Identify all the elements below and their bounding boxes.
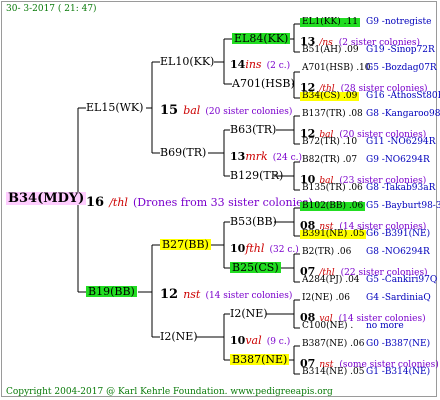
- l2b-number: 12: [160, 287, 179, 302]
- l3b-name: mrk: [245, 150, 268, 163]
- right-bottom-queen: C100(NE) .: [302, 321, 354, 331]
- l3c-number: 10: [230, 242, 246, 255]
- right-top-queen: A701(HSB) .10: [302, 63, 371, 73]
- mother-label: EL15(WK): [86, 101, 144, 114]
- right-top-queen: B137(TR) .08: [302, 109, 363, 119]
- right-bottom-code: G19 -Sinop72R: [366, 45, 435, 55]
- right-top-queen: B387(NE) .06: [302, 339, 365, 349]
- right-top-queen: B102(BB) .06: [300, 201, 366, 211]
- right-top-code: G8 -Kangaroo98R: [366, 109, 440, 119]
- right-bottom-queen: B72(TR) .10: [302, 137, 358, 147]
- right-top-code: G5 -Bayburt98-3: [366, 201, 440, 211]
- right-bottom-queen: A284(PJ) .04: [302, 275, 360, 285]
- l2a-name: bal: [183, 104, 201, 117]
- right-top-code: G9 -NO6294R: [366, 155, 430, 165]
- father-label: B19(BB): [86, 285, 137, 298]
- l2b-name: nst: [183, 288, 201, 301]
- l3d-sister: (9 c.): [266, 337, 291, 347]
- copyright-text: Copyright 2004-2017 @ Karl Kehrle Founda…: [6, 387, 228, 397]
- right-bottom-code: G11 -NO6294R: [366, 137, 436, 147]
- right-top-queen: EL1(KK) .11: [300, 17, 360, 27]
- right-top-code: G5 -Bozdag07R: [366, 63, 437, 73]
- l2b-mating: 12 nst (14 sister colonies): [160, 285, 292, 301]
- l3a-name: ins: [245, 58, 262, 71]
- copyright-footer: Copyright 2004-2017 @ Karl Kehrle Founda…: [6, 388, 333, 397]
- right-bottom-code: G16 -AthosSt80R: [366, 91, 440, 101]
- l2a-mating: 15 bal (20 sister colonies): [160, 101, 292, 117]
- right-bottom-queen: B135(TR) .06: [302, 183, 363, 193]
- l3d-bottom-label: B387(NE): [230, 353, 290, 366]
- generated-timestamp: 30- 3-2017 ( 21: 47): [6, 4, 97, 14]
- right-bottom-code: G5 -Cankiri97Q: [366, 275, 438, 285]
- l3d-name: val: [245, 334, 262, 347]
- root-queen-label: B34(MDY): [6, 191, 87, 206]
- l3c-name: fthl: [245, 242, 265, 255]
- right-top-code: G9 -notregiste: [366, 17, 432, 27]
- gen1-number: 16: [86, 195, 105, 210]
- gen1-drones: (Drones from 33 sister colonies): [133, 196, 313, 209]
- l3d-top-label: I2(NE): [230, 307, 268, 320]
- gen1-mating: 16 /thl (Drones from 33 sister colonies): [86, 193, 313, 209]
- l2a-sister: (20 sister colonies): [205, 107, 293, 117]
- l3b-mating: 13mrk (24 c.): [230, 147, 302, 163]
- right-bottom-queen: B391(NE) .05: [300, 229, 367, 239]
- l2a-bottom-label: B69(TR): [160, 146, 207, 159]
- l3c-mating: 10fthl (32 c.): [230, 239, 299, 255]
- l3a-sister: (2 c.): [266, 61, 291, 71]
- l3c-bottom-label: B25(CS): [230, 261, 281, 274]
- l2a-number: 15: [160, 103, 179, 118]
- right-bottom-code: no more: [366, 321, 404, 331]
- l3c-sister: (32 c.): [269, 245, 299, 255]
- right-bottom-queen: B314(NE) .05: [302, 367, 365, 377]
- l3b-bottom-label: B129(TR): [230, 169, 284, 182]
- l3b-number: 13: [230, 150, 246, 163]
- right-top-queen: I2(NE) .06: [302, 293, 350, 303]
- right-top-code: G4 -SardiniaQ: [366, 293, 431, 303]
- right-bottom-code: G1 -B314(NE): [366, 367, 431, 377]
- pedigree-page: { "header": { "date": "30- 3-2017 ( 21: …: [0, 0, 440, 400]
- l2b-top-label: B27(BB): [160, 238, 211, 251]
- right-bottom-queen: B34(CS) .09: [300, 91, 360, 101]
- right-bottom-queen: B51(AH) .09: [302, 45, 359, 55]
- l3d-number: 10: [230, 334, 246, 347]
- right-bottom-code: G6 -B391(NE): [366, 229, 431, 239]
- l3a-bottom-label: A701(HSB): [232, 77, 295, 90]
- right-top-queen: B82(TR) .07: [302, 155, 358, 165]
- right-top-code: G8 -NO6294R: [366, 247, 430, 257]
- l2a-top-label: EL10(KK): [160, 55, 215, 68]
- l3b-top-label: B63(TR): [230, 123, 277, 136]
- right-top-code: G0 -B387(NE): [366, 339, 431, 349]
- right-bottom-code: G8 -Takab93aR: [366, 183, 436, 193]
- right-top-queen: B2(TR) .06: [302, 247, 352, 257]
- l3d-mating: 10val (9 c.): [230, 331, 290, 347]
- l2b-sister: (14 sister colonies): [205, 291, 293, 301]
- l3a-top-label: EL84(KK): [232, 32, 291, 45]
- l3c-top-label: B53(BB): [230, 215, 277, 228]
- footer-url: www.pedigreeapis.org: [230, 387, 333, 397]
- l3a-number: 14: [230, 58, 246, 71]
- gen1-name: /thl: [109, 196, 128, 209]
- l2b-bottom-label: I2(NE): [160, 330, 198, 343]
- l3b-sister: (24 c.): [272, 153, 303, 163]
- l3a-mating: 14ins (2 c.): [230, 55, 290, 71]
